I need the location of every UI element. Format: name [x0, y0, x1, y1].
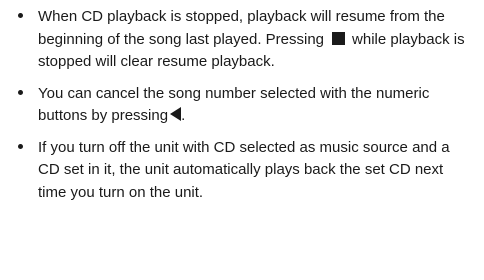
stop-icon — [332, 31, 346, 45]
note-item: If you turn off the unit with CD selecte… — [15, 137, 475, 205]
notes-list: When CD playback is stopped, playback wi… — [15, 6, 475, 213]
note-item: You can cancel the song number selected … — [15, 83, 475, 128]
document-page: When CD playback is stopped, playback wi… — [0, 0, 484, 280]
bullet-icon — [15, 83, 25, 106]
note-text: If you turn off the unit with CD selecte… — [38, 138, 450, 201]
bullet-icon — [15, 137, 25, 160]
bullet-icon — [15, 6, 25, 29]
note-item: When CD playback is stopped, playback wi… — [15, 6, 475, 74]
note-text: . — [181, 107, 186, 124]
left-triangle-icon — [170, 107, 182, 121]
note-text: You can cancel the song number selected … — [38, 84, 430, 125]
